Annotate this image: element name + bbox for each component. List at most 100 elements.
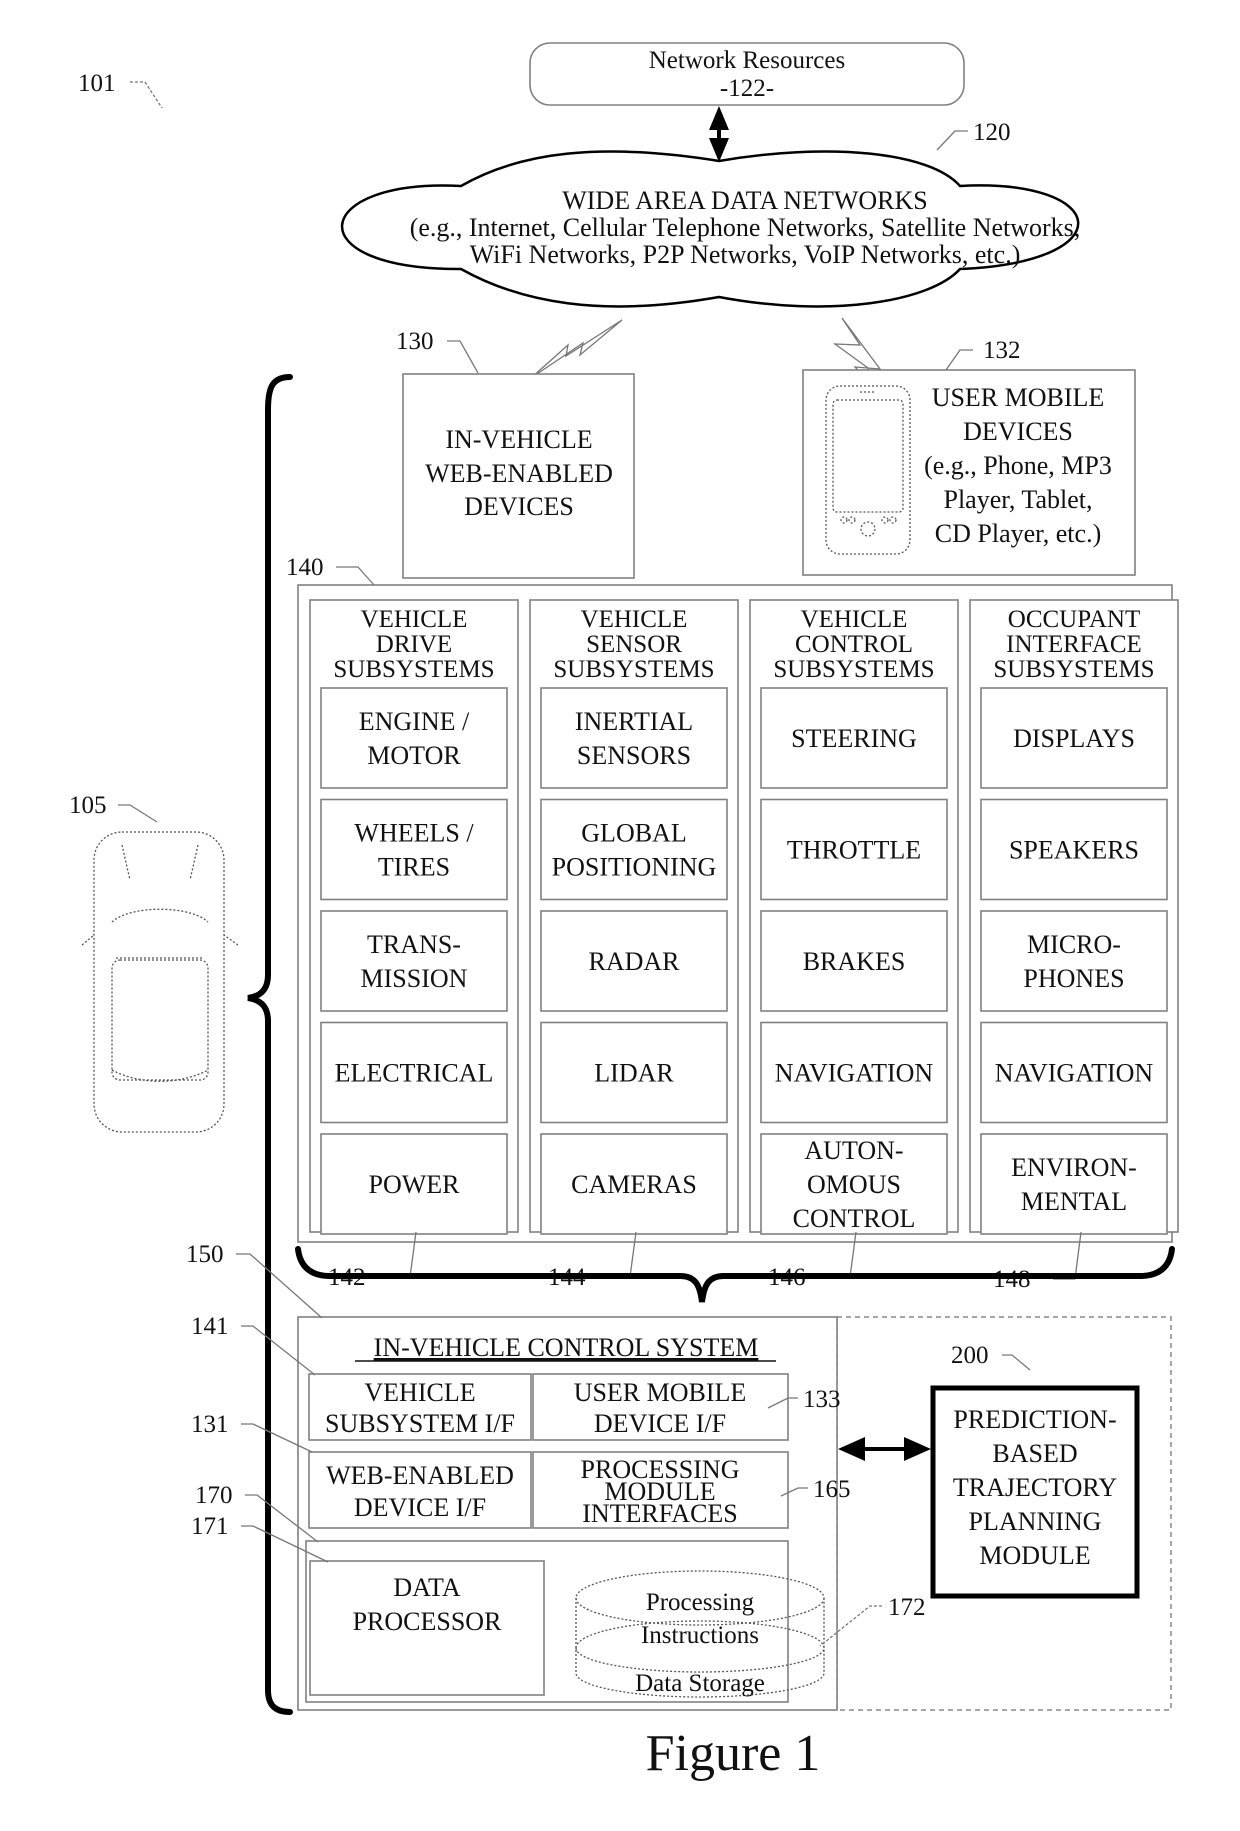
user-mobile-devices-box: USER MOBILE DEVICES (e.g., Phone, MP3 Pl…	[802, 337, 1136, 576]
subsystem-item-box	[980, 910, 1168, 1012]
in-vehicle-web-devices-box: IN-VEHICLE WEB-ENABLED DEVICES 130	[396, 328, 635, 579]
ref-120: 120	[973, 119, 1011, 146]
subsystem-item-label: MISSION	[361, 964, 468, 993]
weif-line-2: DEVICE I/F	[354, 1493, 486, 1522]
ref-150: 150	[186, 1241, 224, 1268]
subsystem-item-label: DISPLAYS	[1013, 724, 1135, 753]
subsystem-group-title-line: SUBSYSTEMS	[773, 656, 934, 683]
subsystem-item-label: STEERING	[791, 724, 917, 753]
devices-line-1: IN-VEHICLE	[445, 425, 592, 454]
subsystem-group-title-line: SUBSYSTEMS	[553, 656, 714, 683]
leader-101	[130, 81, 163, 109]
devices-line-3: DEVICES	[464, 492, 574, 521]
subsystem-item-label: ENVIRON-	[1011, 1153, 1137, 1182]
ref-132: 132	[983, 337, 1021, 364]
ref-200: 200	[951, 1342, 989, 1369]
subsystem-group-title-line: INTERFACE	[1006, 631, 1142, 658]
network-resources-box: Network Resources -122-	[529, 42, 965, 106]
ref-101: 101	[78, 70, 116, 97]
subsystem-item-label: LIDAR	[594, 1059, 674, 1088]
wan-examples-line2: WiFi Networks, P2P Networks, VoIP Networ…	[470, 240, 1021, 269]
subsystem-item-label: CAMERAS	[571, 1170, 697, 1199]
car-icon	[81, 831, 239, 1133]
weif-line-1: WEB-ENABLED	[326, 1461, 514, 1490]
vsif-line-1: VEHICLE	[364, 1378, 475, 1407]
vehicle-105: 105	[69, 792, 239, 1133]
ref-172: 172	[888, 1594, 926, 1621]
ref-165: 165	[813, 1476, 851, 1503]
dp-line-2: PROCESSOR	[353, 1607, 502, 1636]
subsystem-item-label: TIRES	[378, 853, 450, 882]
leader-140	[336, 566, 375, 586]
subsystem-item-box	[320, 687, 508, 789]
subsystem-group-title-line: SENSOR	[586, 631, 682, 658]
subsystem-group-142: VEHICLEDRIVESUBSYSTEMS ENGINE / MOTOR WHEEL…	[309, 599, 519, 1291]
subsystem-item-box	[320, 798, 508, 901]
subsystem-item-label: OMOUS	[807, 1170, 901, 1199]
mobile-line-1: USER MOBILE	[932, 383, 1105, 412]
subsystem-item-label: GLOBAL	[581, 819, 686, 848]
mobile-line-4: Player, Tablet,	[943, 485, 1092, 514]
subsystem-group-title-line: VEHICLE	[581, 606, 688, 633]
umif-line-2: DEVICE I/F	[594, 1409, 726, 1438]
devices-line-2: WEB-ENABLED	[425, 459, 613, 488]
dp-line-1: DATA	[393, 1573, 460, 1602]
pmif-line-3: INTERFACES	[582, 1499, 738, 1528]
ds-line-2: Instructions	[641, 1622, 759, 1649]
subsystem-group-144: VEHICLESENSORSUBSYSTEMS INERTIAL SENSORS GL…	[529, 599, 739, 1291]
subsystem-item-label: ENGINE /	[359, 707, 470, 736]
control-system-title: IN-VEHICLE CONTROL SYSTEM	[374, 1333, 759, 1362]
ref-148: 148	[993, 1266, 1031, 1293]
umif-line-1: USER MOBILE	[574, 1378, 747, 1407]
subsystem-item-label: CONTROL	[793, 1204, 916, 1233]
subsystem-group-title-line: DRIVE	[376, 631, 452, 658]
subsystem-item-label: BRAKES	[803, 947, 906, 976]
subsystems-brace	[295, 1246, 1175, 1303]
pm-line-4: PLANNING	[969, 1507, 1102, 1536]
pm-line-3: TRAJECTORY	[953, 1473, 1117, 1502]
subsystem-group-148: OCCUPANTINTERFACESUBSYSTEMS DISPLAYS SPEAK…	[969, 599, 1179, 1293]
mobile-line-3: (e.g., Phone, MP3	[924, 451, 1112, 480]
subsystem-item-label: NAVIGATION	[775, 1059, 934, 1088]
ref-133: 133	[803, 1386, 841, 1413]
subsystem-item-label: AUTON-	[804, 1136, 903, 1165]
network-double-arrow	[709, 106, 729, 162]
network-resources-label: Network Resources	[649, 47, 845, 74]
leader-130	[447, 340, 479, 374]
control-prediction-double-arrow	[838, 1437, 931, 1461]
ref-130: 130	[396, 328, 434, 355]
ref-140: 140	[286, 554, 324, 581]
figure-canvas: 101 Network Resources -122- WIDE AREA DA…	[69, 42, 1179, 1782]
vsif-line-2: SUBSYSTEM I/F	[325, 1409, 515, 1438]
wan-title: WIDE AREA DATA NETWORKS	[562, 186, 928, 215]
pm-line-2: BASED	[992, 1439, 1077, 1468]
wireless-link-130-icon	[530, 319, 623, 379]
network-resources-ref: -122-	[720, 75, 774, 102]
subsystem-item-label: THROTTLE	[787, 836, 921, 865]
subsystem-item-label: INERTIAL	[575, 707, 693, 736]
subsystem-group-title-line: CONTROL	[795, 631, 913, 658]
leader-132	[945, 349, 973, 371]
subsystem-group-title-line: VEHICLE	[801, 606, 908, 633]
ref-171: 171	[191, 1513, 229, 1540]
subsystem-group-title-line: OCCUPANT	[1008, 606, 1140, 633]
subsystem-group-title-line: SUBSYSTEMS	[993, 656, 1154, 683]
ref-131: 131	[191, 1411, 229, 1438]
subsystem-item-box	[540, 687, 728, 789]
pm-line-5: MODULE	[979, 1541, 1090, 1570]
subsystem-item-label: RADAR	[588, 947, 680, 976]
subsystem-group-title-line: SUBSYSTEMS	[333, 656, 494, 683]
subsystem-group-146: VEHICLECONTROLSUBSYSTEMSSTEERINGTHROTTLE…	[749, 599, 959, 1291]
ref-141: 141	[191, 1313, 229, 1340]
subsystem-item-label: POSITIONING	[552, 853, 717, 882]
subsystem-item-label: MICRO-	[1027, 930, 1121, 959]
wan-cloud: WIDE AREA DATA NETWORKS (e.g., Internet,…	[340, 119, 1080, 308]
subsystem-item-label: PHONES	[1023, 964, 1124, 993]
subsystem-item-label: WHEELS /	[354, 819, 474, 848]
leader-120	[936, 130, 968, 151]
ref-105: 105	[69, 792, 107, 819]
mobile-line-2: DEVICES	[963, 417, 1073, 446]
subsystem-item-label: SENSORS	[577, 741, 691, 770]
pm-line-1: PREDICTION-	[953, 1405, 1116, 1434]
leader-150	[236, 1253, 323, 1319]
